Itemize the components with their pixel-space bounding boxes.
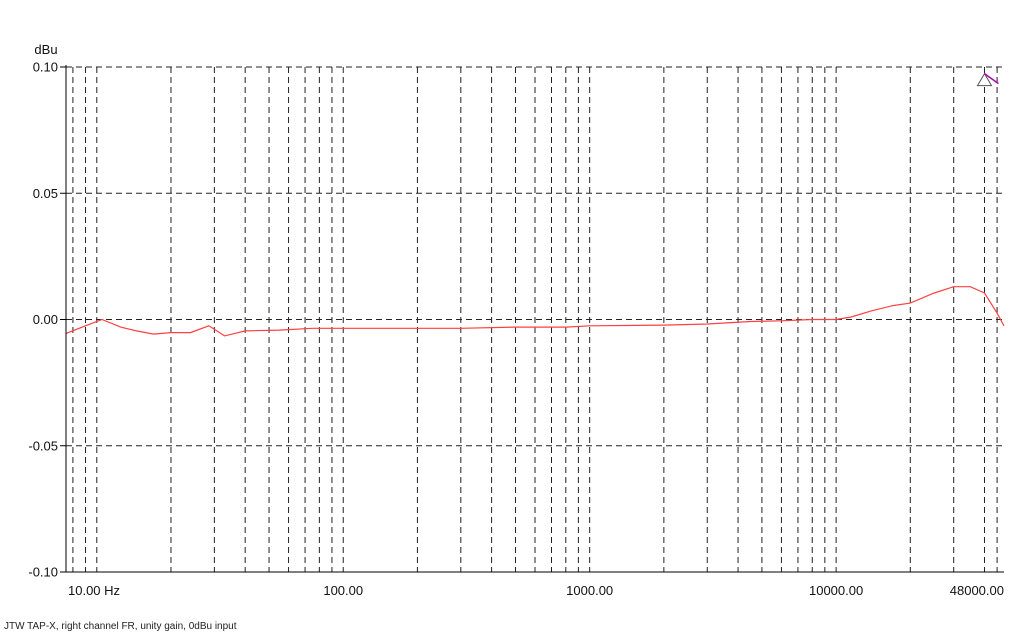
x-tick-label: 10000.00	[809, 583, 863, 598]
x-tick-label: 48000.00	[950, 583, 1004, 598]
x-tick-label: 1000.00	[566, 583, 613, 598]
y-tick-label: -0.05	[28, 438, 58, 453]
y-tick-label: 0.00	[33, 312, 58, 327]
y-tick-label: -0.10	[28, 565, 58, 580]
y-tick-label: 0.05	[33, 186, 58, 201]
cursor-marker	[976, 72, 993, 87]
grid	[66, 66, 1004, 573]
chart-caption: JTW TAP-X, right channel FR, unity gain,…	[4, 621, 237, 632]
marker-layer	[976, 72, 999, 87]
x-tick-label: 10.00 Hz	[68, 583, 120, 598]
axes	[60, 65, 1004, 573]
x-tick-label: 100.00	[323, 583, 363, 598]
y-tick-label: 0.10	[33, 60, 58, 75]
frequency-response-chart: 0.10 0.05 0.00 -0.05 -0.10 dBu 10.00 Hz 100.00 1…	[28, 42, 1005, 598]
y-axis-unit: dBu	[34, 42, 57, 57]
